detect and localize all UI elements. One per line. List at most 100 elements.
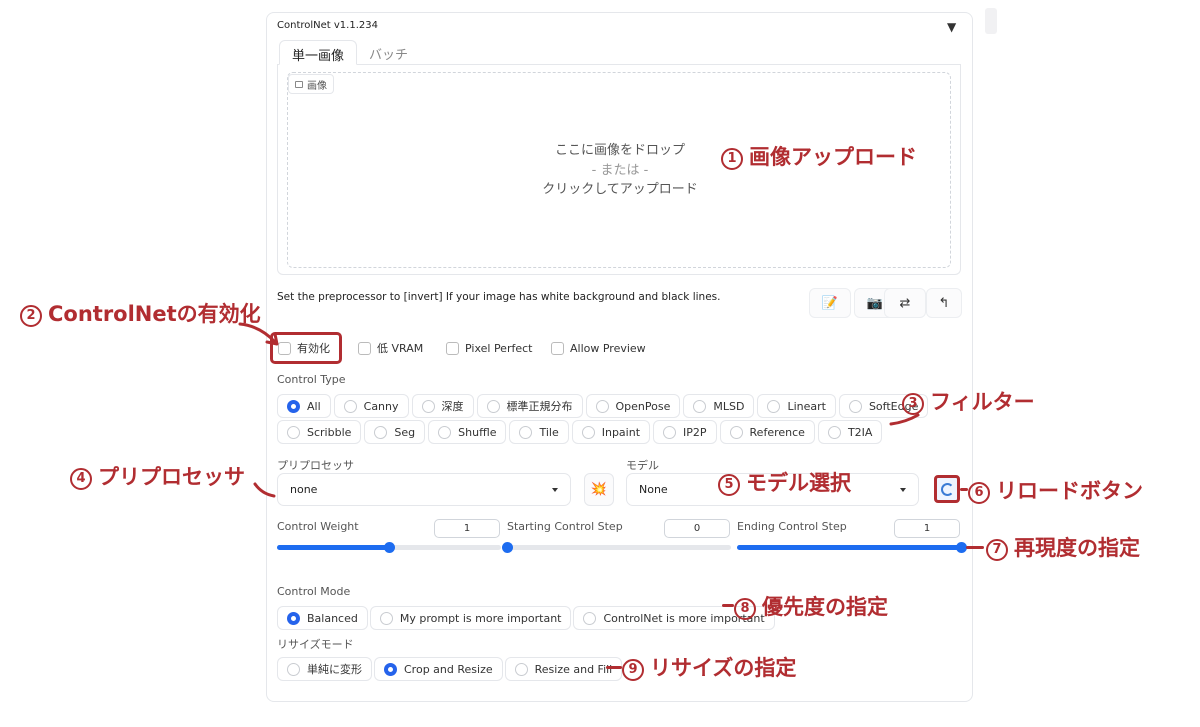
radio-unselected-icon[interactable] [287, 662, 300, 676]
annotation-8: 8 優先度の指定 [734, 591, 888, 621]
tab-batch[interactable]: バッチ [357, 40, 420, 65]
scrollbar[interactable] [985, 8, 997, 34]
annotation-7-dash [966, 546, 984, 549]
starting-step-slider[interactable] [502, 542, 731, 553]
ending-step-label: Ending Control Step [737, 520, 847, 533]
control-type-all[interactable]: All [277, 394, 331, 418]
checkbox-box[interactable] [358, 341, 371, 355]
radio-unselected-icon[interactable] [583, 611, 597, 625]
control-type-tile[interactable]: Tile [509, 420, 569, 444]
control-type-inpaint[interactable]: Inpaint [571, 420, 651, 444]
control-type-scribble[interactable]: Scribble [277, 420, 362, 444]
control-type-lineart[interactable]: Lineart [757, 394, 836, 418]
radio-unselected-icon[interactable] [287, 425, 300, 439]
radio-label: OpenPose [615, 399, 671, 413]
preprocessor-dropdown[interactable]: none [277, 473, 571, 506]
resize-mode-options: 単純に変形 Crop and Resize Resize and Fill [277, 657, 623, 681]
radio-unselected-icon[interactable] [663, 425, 677, 439]
radio-label: Resize and Fill [534, 662, 613, 676]
upload-line-drop: ここに画像をドロップ [554, 143, 685, 158]
control-type-t2ia[interactable]: T2IA [817, 420, 883, 444]
control-type-label: Control Type [277, 373, 346, 386]
annotation-text: プリプロセッサ [98, 465, 245, 489]
radio-label: IP2P [683, 425, 707, 439]
swap-icon: ⇄ [899, 295, 911, 311]
annotation-text: ControlNetの有効化 [48, 302, 261, 326]
radio-selected-icon[interactable] [384, 662, 397, 676]
radio-selected-icon[interactable] [287, 611, 300, 625]
radio-label: 単純に変形 [307, 663, 362, 676]
radio-unselected-icon[interactable] [519, 425, 533, 439]
slider-thumb[interactable] [502, 542, 513, 553]
control-mode-my-prompt-is-more-important[interactable]: My prompt is more important [369, 606, 572, 630]
slider-thumb[interactable] [384, 542, 395, 553]
control-mode-label: Control Mode [277, 585, 351, 598]
radio-unselected-icon[interactable] [421, 399, 435, 413]
allow-preview-checkbox[interactable]: Allow Preview [551, 340, 646, 356]
radio-unselected-icon[interactable] [438, 425, 452, 439]
checkbox-box[interactable] [551, 341, 564, 355]
radio-unselected-icon[interactable] [595, 399, 609, 413]
annotation-text: 優先度の指定 [762, 595, 888, 619]
upload-instructions[interactable]: ここに画像をドロップ - または - クリックしてアップロード [500, 141, 740, 200]
control-type-shuffle[interactable]: Shuffle [428, 420, 507, 444]
control-weight-input[interactable]: 1 [434, 519, 500, 538]
checkbox-box[interactable] [446, 341, 459, 355]
resize-mode-resize-and-fill[interactable]: Resize and Fill [504, 657, 623, 681]
tab-single-image[interactable]: 単一画像 [279, 40, 358, 65]
control-weight-slider[interactable] [277, 542, 501, 553]
radio-unselected-icon[interactable] [693, 399, 707, 413]
control-mode-balanced[interactable]: Balanced [277, 606, 368, 630]
radio-unselected-icon[interactable] [729, 425, 743, 439]
chevron-down-icon [552, 487, 558, 492]
control-type-mlsd[interactable]: MLSD [683, 394, 755, 418]
radio-unselected-icon[interactable] [581, 425, 595, 439]
radio-unselected-icon[interactable] [486, 399, 500, 413]
chevron-down-icon [900, 487, 906, 492]
annotation-9-dash [606, 666, 622, 669]
annotation-text: フィルター [930, 390, 1035, 414]
resize-mode-option-0[interactable]: 単純に変形 [277, 657, 372, 681]
resize-mode-crop-and-resize[interactable]: Crop and Resize [374, 657, 503, 681]
radio-selected-icon[interactable] [287, 399, 300, 413]
annotation-number: 5 [718, 473, 740, 496]
radio-label: Lineart [787, 399, 826, 413]
annotation-number: 9 [622, 658, 644, 681]
control-type-seg[interactable]: Seg [364, 420, 426, 444]
control-type-openpose[interactable]: OpenPose [585, 394, 681, 418]
edit-button[interactable]: 📝 [809, 288, 851, 318]
radio-unselected-icon[interactable] [343, 399, 357, 413]
control-type-option-2[interactable]: 深度 [411, 394, 474, 418]
run-preprocessor-button[interactable]: 💥 [584, 473, 614, 506]
pixel-perfect-checkbox[interactable]: Pixel Perfect [446, 340, 532, 356]
control-type-canny[interactable]: Canny [333, 394, 409, 418]
radio-unselected-icon[interactable] [379, 611, 393, 625]
ending-step-input[interactable]: 1 [894, 519, 960, 538]
radio-label: Balanced [307, 611, 358, 625]
radio-label: 深度 [441, 400, 464, 413]
reload-button[interactable] [934, 475, 960, 503]
swap-button[interactable]: ⇄ [884, 288, 926, 318]
annotation-text: リサイズの指定 [650, 656, 797, 680]
radio-unselected-icon[interactable] [767, 399, 781, 413]
starting-step-input[interactable]: 0 [664, 519, 730, 538]
radio-unselected-icon[interactable] [374, 425, 388, 439]
radio-label: All [307, 399, 321, 413]
control-type-reference[interactable]: Reference [719, 420, 815, 444]
starting-step-label: Starting Control Step [507, 520, 623, 533]
annotation-6: 6 リロードボタン [968, 475, 1143, 505]
control-type-option-3[interactable]: 標準正規分布 [476, 394, 583, 418]
radio-unselected-icon[interactable] [827, 425, 841, 439]
send-up-button[interactable]: ↰ [926, 288, 962, 318]
send-up-icon: ↰ [938, 295, 950, 311]
low-vram-checkbox[interactable]: 低 VRAM [358, 340, 423, 356]
radio-unselected-icon[interactable] [514, 662, 528, 676]
radio-unselected-icon[interactable] [848, 399, 862, 413]
annotation-text: リロードボタン [996, 479, 1143, 503]
annotation-9: 9 リサイズの指定 [622, 652, 796, 682]
panel-title: ControlNet v1.1.234 [277, 20, 378, 31]
radio-label: Seg [394, 425, 416, 439]
ending-step-slider[interactable] [737, 542, 967, 553]
control-type-ip2p[interactable]: IP2P [653, 420, 717, 444]
collapse-icon[interactable]: ▼ [947, 20, 956, 34]
